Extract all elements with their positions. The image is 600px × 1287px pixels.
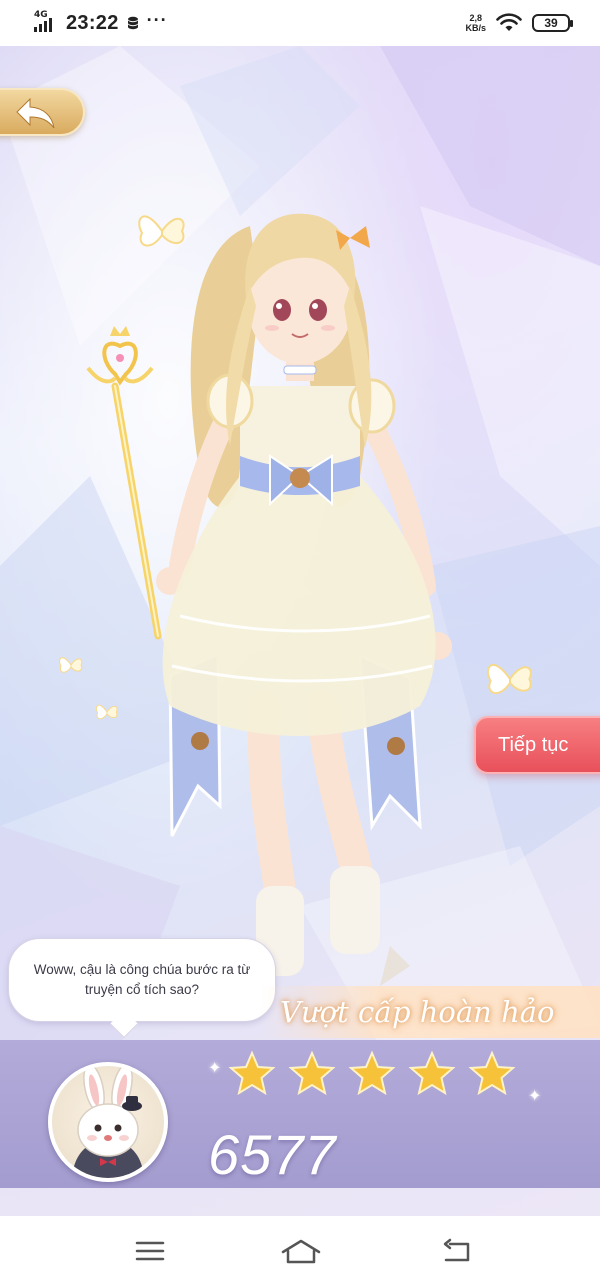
navigation-bar bbox=[0, 1216, 600, 1287]
magic-wand-icon bbox=[86, 326, 162, 640]
menu-icon[interactable] bbox=[134, 1238, 166, 1264]
speed-unit: KB/s bbox=[465, 23, 486, 33]
status-bar: 4G 23:22 ··· 2,8 KB/s 39 bbox=[0, 0, 600, 46]
back-button[interactable] bbox=[0, 88, 85, 136]
status-left: 4G 23:22 ··· bbox=[32, 9, 168, 35]
speed-value: 2,8 bbox=[469, 13, 482, 23]
more-notifications-icon: ··· bbox=[146, 9, 168, 30]
game-scene: Tiếp tục Woww, cậu là công chúa bước ra … bbox=[0, 46, 600, 1216]
continue-button[interactable]: Tiếp tục bbox=[474, 716, 600, 774]
score-value: 6577 bbox=[208, 1123, 337, 1186]
network-speed: 2,8 KB/s bbox=[465, 13, 486, 33]
result-title: Vượt cấp hoàn hảo bbox=[260, 986, 600, 1038]
battery-level: 39 bbox=[544, 16, 558, 30]
star-icon bbox=[228, 1050, 276, 1096]
clock: 23:22 bbox=[66, 11, 119, 34]
wifi-icon bbox=[496, 13, 522, 31]
status-right: 2,8 KB/s 39 bbox=[465, 13, 573, 33]
rating-stars bbox=[228, 1050, 516, 1098]
avatar bbox=[48, 1062, 168, 1182]
butterfly-icon bbox=[487, 664, 532, 694]
star-icon bbox=[288, 1050, 336, 1096]
character-illustration bbox=[86, 213, 452, 986]
sparkle-icon: ✦ bbox=[528, 1088, 542, 1105]
home-icon[interactable] bbox=[280, 1238, 322, 1266]
star-icon bbox=[408, 1050, 456, 1096]
signal-indicator: 4G bbox=[32, 10, 58, 35]
signal-bars-icon bbox=[34, 18, 52, 32]
sparkle-icon: ✦ bbox=[208, 1060, 222, 1077]
star-icon bbox=[468, 1050, 516, 1096]
star-icon bbox=[348, 1050, 396, 1096]
bunny-mascot-icon bbox=[72, 1066, 144, 1178]
database-icon bbox=[127, 16, 138, 30]
battery-indicator: 39 bbox=[532, 14, 573, 32]
back-arrow-icon bbox=[16, 97, 55, 129]
speech-bubble: Woww, cậu là công chúa bước ra từ truyện… bbox=[8, 938, 276, 1022]
back-icon[interactable] bbox=[440, 1238, 474, 1266]
